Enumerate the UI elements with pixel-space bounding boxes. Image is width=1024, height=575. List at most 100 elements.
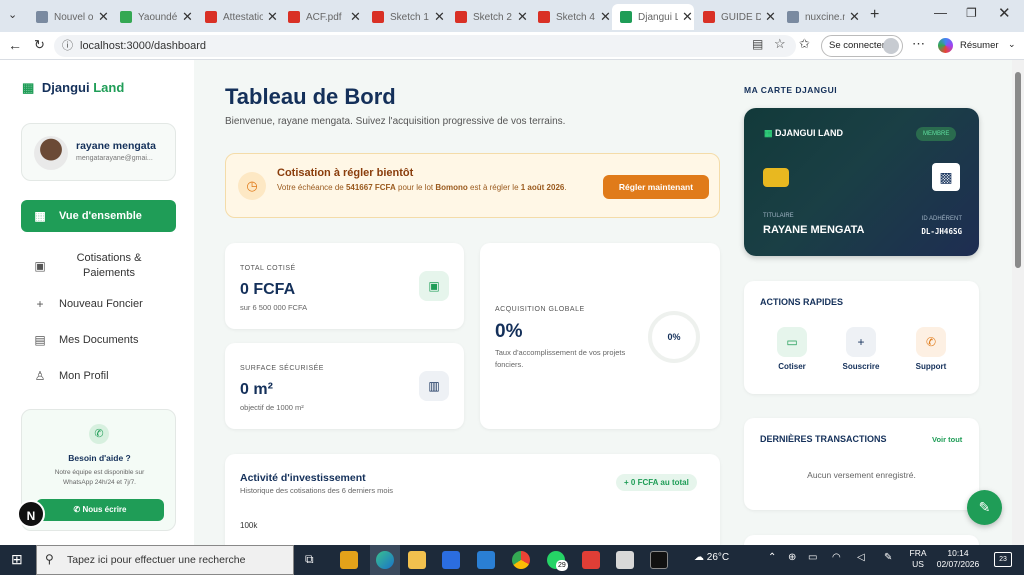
pay-now-button[interactable]: Régler maintenant: [603, 175, 709, 199]
brand-logo[interactable]: ▦ Djangui Land: [22, 80, 124, 96]
sidebar-item-1[interactable]: ▣ Cotisations & Paiements: [21, 243, 176, 289]
sidebar-item-2[interactable]: + Nouveau Foncier: [21, 288, 176, 320]
whatsapp-icon: ✆: [73, 505, 81, 514]
member-id-value: DL-JH46SG: [921, 227, 962, 236]
wifi-icon[interactable]: ◠: [832, 552, 841, 563]
more-icon[interactable]: ⋯: [912, 36, 925, 52]
activity-badge: + 0 FCFA au total: [616, 474, 697, 491]
tab-0[interactable]: Nouvel onglet ✕: [28, 4, 110, 30]
quick-action-1[interactable]: +: [846, 327, 876, 357]
contact-button-label: Nous écrire: [82, 505, 127, 514]
see-all-link[interactable]: Voir tout: [932, 435, 962, 444]
transactions-title: DERNIÈRES TRANSACTIONS: [760, 434, 887, 444]
whatsapp-icon[interactable]: 29: [547, 551, 568, 571]
clock[interactable]: 10:14 02/07/2026: [934, 548, 982, 570]
minimize-icon[interactable]: —: [934, 5, 947, 20]
favorite-icon[interactable]: ☆: [774, 36, 786, 52]
help-text: Notre équipe est disponible sur WhatsApp…: [54, 469, 145, 486]
tab-2[interactable]: Attestation ✕: [197, 4, 279, 30]
tab-label: Sketch 1: [390, 11, 429, 23]
app-icon[interactable]: [616, 551, 634, 569]
quick-action-label[interactable]: Cotiser: [762, 362, 822, 371]
scrollbar-thumb[interactable]: [1015, 72, 1021, 268]
meet-icon[interactable]: ⊕: [788, 552, 796, 563]
maximize-icon[interactable]: ❐: [966, 6, 977, 20]
quick-action-0[interactable]: ▭: [777, 327, 807, 357]
new-tab-icon[interactable]: +: [870, 6, 879, 24]
tab-9[interactable]: nuxcine.net ✕: [779, 4, 861, 30]
tab-actions-icon[interactable]: ⌄: [8, 8, 17, 21]
close-window-icon[interactable]: ✕: [998, 4, 1011, 22]
tab-7[interactable]: Djangui Land ✕: [612, 4, 694, 30]
language-indicator[interactable]: FRA US: [908, 548, 928, 570]
chrome-icon[interactable]: [512, 551, 530, 569]
sidebar-item-0[interactable]: ▦ Vue d'ensemble: [21, 200, 176, 232]
close-tab-icon[interactable]: ✕: [682, 9, 693, 25]
weather-widget[interactable]: ☁ 26°C: [694, 552, 729, 563]
surface-sub: objectif de 1000 m²: [240, 403, 304, 412]
outlook-icon[interactable]: [442, 551, 460, 569]
close-tab-icon[interactable]: ✕: [98, 9, 109, 25]
quick-action-2[interactable]: ✆: [916, 327, 946, 357]
tab-8[interactable]: GUIDE D'INSTALL ✕: [695, 4, 777, 30]
task-view-icon[interactable]: ⧉: [305, 552, 314, 567]
brand-prefix: Djangui: [41, 80, 90, 95]
close-tab-icon[interactable]: ✕: [849, 9, 860, 25]
building-icon: ▦: [764, 128, 773, 138]
edge-taskbar-button[interactable]: [370, 545, 400, 575]
close-tab-icon[interactable]: ✕: [600, 9, 611, 25]
volume-icon[interactable]: ◁: [857, 552, 865, 563]
pen-icon[interactable]: ✎: [884, 552, 892, 563]
next-devtools-button[interactable]: N: [17, 500, 45, 528]
close-tab-icon[interactable]: ✕: [350, 9, 361, 25]
tab-1[interactable]: Yaoundé ✕: [112, 4, 194, 30]
summarize-button[interactable]: Résumer ⌄: [938, 38, 1018, 54]
sidebar-item-label: Cotisations & Paiements: [76, 252, 142, 279]
vscode-icon[interactable]: [477, 551, 495, 569]
scrollbar[interactable]: [1012, 60, 1024, 545]
terminal-icon[interactable]: [650, 551, 668, 569]
holder-name: RAYANE MENGATA: [763, 224, 865, 236]
url-input[interactable]: ⓘ localhost:3000/dashboard: [54, 35, 796, 57]
surface-card: SURFACE SÉCURISÉE 0 m² objectif de 1000 …: [225, 343, 464, 429]
favorites-bar-icon[interactable]: ✩: [799, 36, 810, 52]
refresh-icon[interactable]: ↻: [34, 37, 45, 53]
battery-icon[interactable]: ▭: [808, 552, 817, 563]
close-tab-icon[interactable]: ✕: [434, 9, 445, 25]
sidebar-item-3[interactable]: ▤ Mes Documents: [21, 324, 176, 356]
acquisition-value: 0%: [495, 321, 523, 342]
quick-action-label[interactable]: Souscrire: [831, 362, 891, 371]
store-icon[interactable]: [340, 551, 358, 569]
file-explorer-icon[interactable]: [408, 551, 426, 569]
close-tab-icon[interactable]: ✕: [765, 9, 776, 25]
close-tab-icon[interactable]: ✕: [517, 9, 528, 25]
tab-6[interactable]: Sketch 4 ✕: [530, 4, 612, 30]
reader-icon[interactable]: ▤: [752, 37, 763, 51]
tab-5[interactable]: Sketch 2 ✕: [447, 4, 529, 30]
signin-button[interactable]: Se connecter: [821, 35, 903, 57]
tab-favicon: [372, 11, 384, 23]
contact-button[interactable]: ✆ Nous écrire: [36, 499, 164, 521]
search-icon: ⚲: [45, 552, 54, 566]
sidebar-item-4[interactable]: ♙ Mon Profil: [21, 360, 176, 392]
quick-action-label[interactable]: Support: [901, 362, 961, 371]
tab-4[interactable]: Sketch 1 ✕: [364, 4, 446, 30]
page-title: Tableau de Bord: [225, 84, 396, 109]
surface-label: SURFACE SÉCURISÉE: [240, 365, 324, 372]
tab-3[interactable]: ACF.pdf ✕: [280, 4, 362, 30]
chevron-up-icon[interactable]: ⌃: [768, 552, 776, 563]
notifications-button[interactable]: 23: [994, 552, 1012, 567]
anydesk-icon[interactable]: [582, 551, 600, 569]
close-tab-icon[interactable]: ✕: [267, 9, 278, 25]
close-tab-icon[interactable]: ✕: [182, 9, 193, 25]
user-card[interactable]: rayane mengata mengatarayane@gmai...: [21, 123, 176, 181]
alert-date-1: 1 août: [520, 183, 545, 192]
tab-favicon: [288, 11, 300, 23]
taskbar-search[interactable]: ⚲ Tapez ici pour effectuer une recherche: [36, 545, 294, 575]
floating-action-button[interactable]: ✎: [967, 490, 1002, 525]
info-icon[interactable]: ⓘ: [62, 35, 73, 57]
windows-start-icon[interactable]: ⊞: [11, 551, 23, 568]
cloud-sun-icon: ☁: [694, 552, 704, 563]
back-icon[interactable]: ←: [8, 37, 22, 53]
member-badge: MEMBRE: [916, 127, 957, 141]
